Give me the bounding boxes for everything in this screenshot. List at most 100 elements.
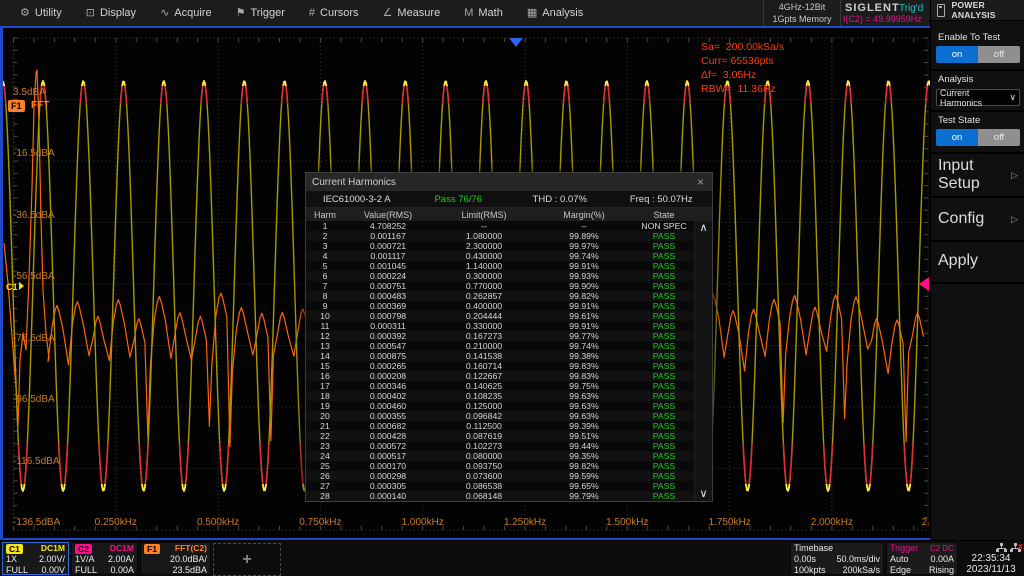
menu-item-cursors[interactable]: #Cursors xyxy=(297,0,371,26)
table-row[interactable]: 170.0003460.14062599.75%PASS xyxy=(306,381,696,391)
table-row[interactable]: 100.0007980.20444499.61%PASS xyxy=(306,311,696,321)
table-row[interactable]: 220.0004280.08761999.51%PASS xyxy=(306,431,696,441)
table-row[interactable]: 120.0003920.16727399.77%PASS xyxy=(306,331,696,341)
table-row[interactable]: 14.708252----NON SPEC xyxy=(306,221,696,231)
add-channel-button[interactable]: + xyxy=(213,543,281,576)
table-row[interactable]: 270.0003050.08653899.65%PASS xyxy=(306,481,696,491)
scroll-up-icon[interactable]: ∧ xyxy=(695,221,712,235)
value-cell: 99.97% xyxy=(536,241,632,251)
config-button[interactable]: Config ▷ xyxy=(931,209,1024,229)
value-cell: 0.000346 xyxy=(344,381,432,391)
state-cell: PASS xyxy=(632,431,696,441)
display-icon: ⊡ xyxy=(86,8,95,19)
timebase-title: Timebase xyxy=(794,543,833,554)
x-axis-label: 2.000kHz xyxy=(811,517,853,528)
value-cell: 99.79% xyxy=(536,491,632,501)
scroll-down-icon[interactable]: ∨ xyxy=(695,487,712,501)
input-setup-button[interactable]: Input Setup ▷ xyxy=(931,165,1024,185)
enable-on-button[interactable]: on xyxy=(936,46,978,63)
value-cell: 0.087619 xyxy=(432,431,536,441)
clock-time: 22:35:34 xyxy=(959,553,1023,564)
table-row[interactable]: 60.0002240.30000099.93%PASS xyxy=(306,271,696,281)
table-row[interactable]: 260.0002980.07360099.59%PASS xyxy=(306,471,696,481)
power-analysis-panel: POWER ANALYSIS Enable To Test on off Ana… xyxy=(930,0,1024,540)
value-cell: 99.89% xyxy=(536,231,632,241)
table-row[interactable]: 50.0010451.14000099.91%PASS xyxy=(306,261,696,271)
state-cell: PASS xyxy=(632,341,696,351)
f1-badge[interactable]: F1 xyxy=(8,100,25,112)
c1-ground-marker[interactable]: C1 xyxy=(6,281,24,293)
input-setup-label: Input Setup xyxy=(938,157,1011,193)
value-cell: 0.300000 xyxy=(432,271,536,281)
menu-item-math[interactable]: MMath xyxy=(452,0,515,26)
channel-box-c1[interactable]: C1DC1M1X2.00V/FULL0.00V xyxy=(2,542,69,575)
value-cell: 99.44% xyxy=(536,441,632,451)
table-row[interactable]: 230.0005720.10227399.44%PASS xyxy=(306,441,696,451)
table-row[interactable]: 190.0004600.12500099.63%PASS xyxy=(306,401,696,411)
table-row[interactable]: 200.0003550.09684299.63%PASS xyxy=(306,411,696,421)
channel-offset: 23.5dBA xyxy=(172,565,207,576)
table-row[interactable]: 240.0005170.08000099.35%PASS xyxy=(306,451,696,461)
value-cell: -- xyxy=(536,221,632,231)
menu-item-label: Measure xyxy=(397,7,440,19)
channel-attenuation: 1V/A xyxy=(75,554,95,565)
value-cell: 99.35% xyxy=(536,451,632,461)
value-cell: 23 xyxy=(306,441,344,451)
dialog-title: Current Harmonics xyxy=(312,177,396,188)
analysis-dropdown[interactable]: Current Harmonics ∨ xyxy=(936,89,1020,106)
table-row[interactable]: 250.0001700.09375099.82%PASS xyxy=(306,461,696,471)
value-cell: 4.708252 xyxy=(344,221,432,231)
value-cell: 19 xyxy=(306,401,344,411)
menu-item-utility[interactable]: ⚙Utility xyxy=(8,0,74,26)
table-row[interactable]: 40.0011170.43000099.74%PASS xyxy=(306,251,696,261)
table-row[interactable]: 90.0003690.40000099.91%PASS xyxy=(306,301,696,311)
table-row[interactable]: 30.0007212.30000099.97%PASS xyxy=(306,241,696,251)
value-cell: 99.61% xyxy=(536,311,632,321)
state-cell: PASS xyxy=(632,231,696,241)
test-state-on-button[interactable]: on xyxy=(936,129,978,146)
menu-item-display[interactable]: ⊡Display xyxy=(74,0,148,26)
trigger-position-icon[interactable] xyxy=(509,38,523,47)
table-scrollbar[interactable]: ∧ ∨ xyxy=(694,221,712,501)
trigger-title: Trigger xyxy=(890,543,918,554)
trigger-level-icon[interactable] xyxy=(919,277,929,291)
value-cell: 99.74% xyxy=(536,251,632,261)
value-cell: 99.91% xyxy=(536,301,632,311)
channel-box-f1[interactable]: F1FFT(C2)20.0dBA/23.5dBA xyxy=(140,542,211,575)
table-row[interactable]: 80.0004830.26285799.82%PASS xyxy=(306,291,696,301)
menu-item-acquire[interactable]: ∿Acquire xyxy=(148,0,224,26)
table-row[interactable]: 70.0007510.77000099.90%PASS xyxy=(306,281,696,291)
table-row[interactable]: 280.0001400.06814899.79%PASS xyxy=(306,491,696,501)
table-row[interactable]: 160.0002080.12266799.83%PASS xyxy=(306,371,696,381)
table-row[interactable]: 180.0004020.10823599.63%PASS xyxy=(306,391,696,401)
table-row[interactable]: 150.0002650.16071499.83%PASS xyxy=(306,361,696,371)
value-cell: 0.000298 xyxy=(344,471,432,481)
trigger-box[interactable]: TriggerC2 DC Auto0.00A EdgeRising xyxy=(886,542,958,575)
close-icon[interactable]: × xyxy=(695,176,706,188)
network-icons: x xyxy=(959,542,1023,553)
enable-to-test-toggle: on off xyxy=(936,46,1020,63)
value-cell: 0.330000 xyxy=(432,321,536,331)
table-row[interactable]: 130.0005470.21000099.74%PASS xyxy=(306,341,696,351)
table-row[interactable]: 110.0003110.33000099.91%PASS xyxy=(306,321,696,331)
channel-box-c2[interactable]: C2DC1M1V/A2.00A/FULL0.00A xyxy=(71,542,138,575)
menu-item-analysis[interactable]: ▦Analysis xyxy=(515,0,595,26)
trigger-mode: Auto xyxy=(890,554,909,565)
enable-off-button[interactable]: off xyxy=(978,46,1020,63)
menu-item-measure[interactable]: ∠Measure xyxy=(371,0,453,26)
timebase-box[interactable]: Timebase 0.00s50.0ms/div 100kpts200kSa/s xyxy=(790,542,884,575)
y-axis-label: 3.5dBA xyxy=(13,87,46,98)
channel-bandwidth: FULL xyxy=(75,565,97,576)
value-cell: 0.102273 xyxy=(432,441,536,451)
apply-button[interactable]: Apply xyxy=(931,251,1024,271)
value-cell: 3 xyxy=(306,241,344,251)
trigger-source: C2 DC xyxy=(930,543,954,554)
timebase-scale: 50.0ms/div xyxy=(836,554,880,565)
menu-item-trigger[interactable]: ⚑Trigger xyxy=(224,0,297,26)
current-harmonics-dialog: Current Harmonics × IEC61000-3-2 A Pass … xyxy=(305,172,713,502)
test-state-off-button[interactable]: off xyxy=(978,129,1020,146)
table-row[interactable]: 210.0006820.11250099.39%PASS xyxy=(306,421,696,431)
table-row[interactable]: 140.0008750.14153899.38%PASS xyxy=(306,351,696,361)
x-axis-label: 1.750kHz xyxy=(708,517,750,528)
table-row[interactable]: 20.0011671.08000099.89%PASS xyxy=(306,231,696,241)
